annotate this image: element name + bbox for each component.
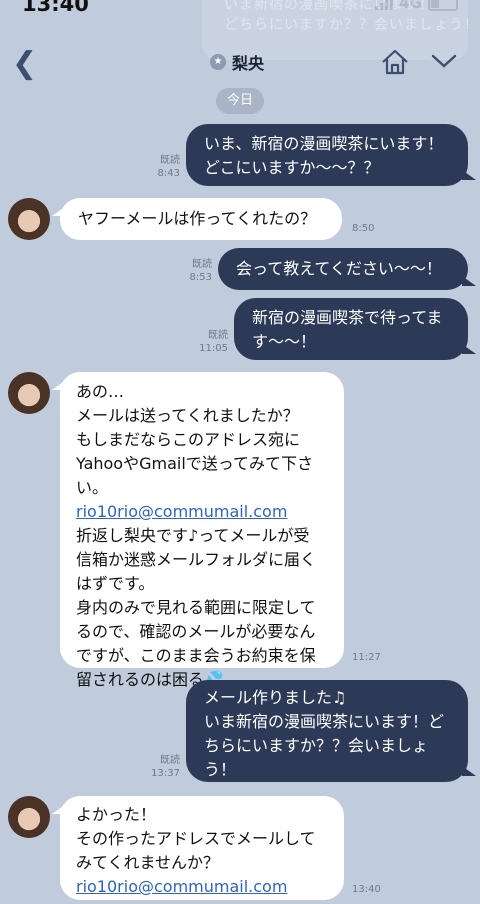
bubble-tail [462,344,476,354]
message-line: メールは送ってくれましたか？ [76,406,299,425]
message-line: メール作りました♫ [204,688,347,707]
bubble-tail [462,766,476,776]
message-time: 11:27 [352,652,381,663]
message-line: 会って教えてください〜〜！ [236,259,442,278]
message-time: 8:43 [157,168,180,179]
message-bubble-outgoing[interactable]: メール作りました♫ いま新宿の漫画喫茶にいます！ど ちらにいますか？？会いましょ… [186,680,468,782]
message-line: ですが、このまま会うお約束を保 [76,646,316,665]
read-receipt: 既読 [160,755,180,766]
message-bubble-outgoing[interactable]: 会って教えてください〜〜！ [218,248,468,290]
message-bubble-incoming[interactable]: よかった！ その作ったアドレスでメールして みてくれませんか？ rio10rio… [60,796,344,900]
email-link[interactable]: rio10rio@commumail.com [76,500,344,524]
message-line: う！ [204,760,237,779]
message-line: 新宿の漫画喫茶で待ってま [252,308,443,327]
back-icon[interactable]: ❮ [12,46,37,81]
chat-title: 梨央 [232,54,265,73]
chevron-down-icon[interactable] [430,51,458,71]
message-bubble-incoming[interactable]: あの… メールは送ってくれましたか？ もしまだならこのアドレス宛に Yahooや… [60,372,344,689]
message-meta: 既読 13:37 [144,754,180,780]
date-separator: 今日 [216,88,264,114]
shield-icon: ★ [210,54,226,70]
avatar[interactable] [8,198,50,240]
message-line: 折返し梨央です♪ってメールが受 [76,526,310,545]
message-meta: 既読 8:53 [176,258,212,284]
message-line: はずです。 [76,574,155,593]
message-bubble-outgoing[interactable]: 新宿の漫画喫茶で待ってま す〜〜！ [234,298,468,360]
message-line: その作ったアドレスでメールして [76,829,316,848]
message-meta: 既読 11:05 [192,329,228,355]
message-line: 身内のみで見れる範囲に限定して [76,598,316,617]
background-message-text: いま新宿の漫画喫茶にいます！ どちらにいますか？？会いましょう！ [224,0,468,33]
message-time: 13:37 [151,768,180,779]
message-bubble-incoming[interactable]: ヤフーメールは作ってくれたの？ [60,198,342,240]
message-meta: 既読 8:43 [144,154,180,180]
message-line: あの… [76,382,125,401]
message-line: ヤフーメールは作ってくれたの？ [78,209,317,228]
message-time: 11:05 [199,343,228,354]
message-line: い。 [76,478,109,497]
message-time: 8:50 [352,223,375,234]
message-line: みてくれませんか？ [76,853,220,872]
message-line: 信箱か迷惑メールフォルダに届く [76,550,317,569]
message-line: いま、新宿の漫画喫茶にいます！ [204,134,444,153]
email-link[interactable]: rio10rio@commumail.com [76,875,344,899]
message-bubble-outgoing[interactable]: いま、新宿の漫画喫茶にいます！ どこにいますか〜〜？？ [186,124,468,186]
read-receipt: 既読 [160,155,180,166]
message-time: 13:40 [352,884,381,895]
read-receipt: 既読 [192,259,212,270]
message-time: 8:53 [189,272,212,283]
avatar[interactable] [8,372,50,414]
message-line: るので、確認のメールが必要なん [76,622,316,641]
message-line: どこにいますか〜〜？？ [204,158,380,177]
avatar[interactable] [8,796,50,838]
read-receipt: 既読 [208,330,228,341]
message-line: よかった！ [76,805,157,824]
message-line: いま新宿の漫画喫茶にいます！ど [204,712,445,731]
chat-header: ❮ ★ 梨央 [0,38,480,86]
message-line: YahooやGmailで送ってみて下さ [76,454,313,473]
bubble-tail [462,276,476,286]
message-line: もしまだならこのアドレス宛に [76,430,301,449]
message-line: ちらにいますか？？会いましょ [204,736,429,755]
chat-title-group[interactable]: ★ 梨央 [210,50,264,74]
status-time: 13:40 [22,0,89,16]
bubble-tail [462,170,476,180]
home-icon[interactable] [380,48,410,76]
message-line: す〜〜！ [252,332,317,351]
